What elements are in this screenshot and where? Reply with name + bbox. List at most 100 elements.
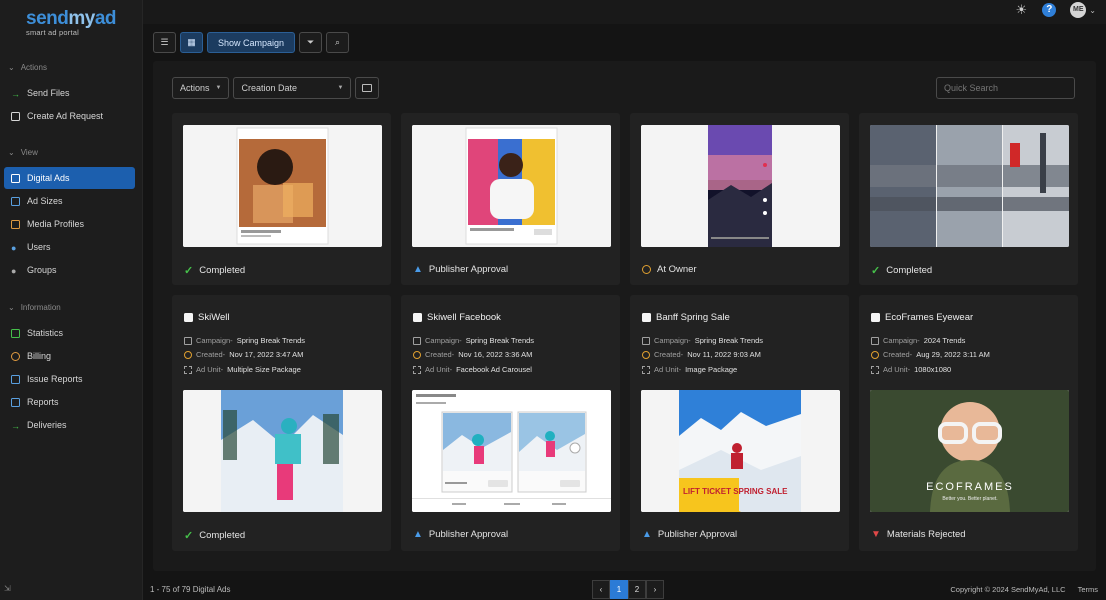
sidebar-item-users[interactable]: ● Users	[4, 236, 135, 258]
help-icon[interactable]: ?	[1042, 3, 1057, 17]
ad-card[interactable]: At Owner	[630, 113, 849, 285]
clock-icon	[642, 265, 651, 274]
status-label: ✓ Completed	[184, 265, 246, 277]
filter-bar: Actions ▼ Creation Date ▼	[172, 77, 380, 99]
avatar[interactable]: ME	[1070, 2, 1087, 18]
filter-icon: ⏷	[306, 37, 315, 47]
chevron-down-icon[interactable]: ⌄	[1089, 6, 1096, 15]
ad-card[interactable]: SkiWell Campaign- Spring Break Trends Cre…	[172, 295, 391, 551]
sidebar-item-media-profiles[interactable]: Media Profiles	[4, 213, 135, 235]
ad-card[interactable]: ▲ Publisher Approval	[401, 113, 620, 285]
export-button[interactable]	[355, 77, 380, 99]
promo-text: LIFT TICKET SPRING SALE	[683, 487, 788, 496]
group-icon: ●	[11, 265, 17, 276]
billing-icon	[11, 351, 20, 361]
sidebar-item-ad-sizes[interactable]: Ad Sizes	[4, 190, 135, 212]
document-icon	[11, 111, 20, 121]
sidebar-item-billing[interactable]: Billing	[4, 345, 135, 367]
ad-thumbnail[interactable]	[870, 125, 1069, 247]
sort-dropdown[interactable]: Creation Date ▼	[233, 77, 352, 99]
grid-icon: ▦	[187, 37, 196, 47]
next-page-button[interactable]: ›	[646, 580, 664, 599]
theme-toggle-icon[interactable]: ☀	[1014, 3, 1028, 17]
show-campaign-button[interactable]: Show Campaign	[207, 32, 296, 53]
ad-unit-icon	[642, 365, 650, 374]
prev-page-button[interactable]: ‹	[592, 580, 610, 599]
ad-card[interactable]: ✓ Completed	[859, 113, 1078, 285]
sidebar-item-issue-reports[interactable]: Issue Reports	[4, 368, 135, 390]
ad-thumbnail[interactable]	[183, 125, 382, 247]
quick-search-input[interactable]	[936, 77, 1075, 99]
profile-card-icon	[11, 219, 20, 229]
list-view-button[interactable]: ☰	[153, 32, 176, 53]
page-1-button[interactable]: 1	[610, 580, 628, 599]
logo[interactable]: sendmyad smart ad portal	[26, 8, 117, 37]
select-checkbox[interactable]	[871, 313, 880, 322]
ad-thumbnail[interactable]	[183, 390, 382, 512]
terms-link[interactable]: Terms	[1078, 585, 1098, 594]
dimensions-icon	[11, 196, 20, 206]
chevron-right-icon: ›	[653, 585, 657, 594]
collapse-sidebar-icon[interactable]: ⇲	[4, 584, 11, 593]
chevron-down-icon: ⌄	[8, 148, 15, 157]
ad-card[interactable]: Skiwell Facebook Campaign- Spring Break T…	[401, 295, 620, 551]
campaign-meta: Campaign- Spring Break Trends	[642, 336, 763, 345]
ad-preview-image	[641, 125, 840, 247]
search-button[interactable]: ⌕	[326, 32, 350, 53]
logo-wordmark: sendmyad	[26, 8, 117, 29]
section-actions[interactable]: ⌄ Actions	[8, 63, 47, 72]
sidebar-item-reports[interactable]: Reports	[4, 391, 135, 413]
campaign-meta: Campaign- Spring Break Trends	[413, 336, 534, 345]
chevron-left-icon: ‹	[599, 585, 603, 594]
sidebar: sendmyad smart ad portal ⌄ Actions → Send …	[0, 0, 143, 600]
select-checkbox[interactable]	[413, 313, 422, 322]
ad-thumbnail[interactable]	[641, 125, 840, 247]
section-view[interactable]: ⌄ View	[8, 148, 38, 157]
sidebar-item-groups[interactable]: ● Groups	[4, 259, 135, 281]
ad-preview-image	[183, 125, 382, 247]
page-2-button[interactable]: 2	[628, 580, 646, 599]
status-label: ✓ Completed	[871, 265, 933, 277]
clock-icon	[184, 350, 192, 359]
created-meta: Created- Nov 17, 2022 3:47 AM	[184, 350, 303, 359]
section-information[interactable]: ⌄ Information	[8, 303, 61, 312]
ad-unit-meta: Ad Unit- 1080x1080	[871, 365, 951, 374]
campaign-icon	[642, 336, 650, 345]
person-icon: ▲	[413, 264, 423, 275]
actions-dropdown[interactable]: Actions ▼	[172, 77, 230, 99]
campaign-meta: Campaign- 2024 Trends	[871, 336, 965, 345]
ad-unit-meta: Ad Unit- Facebook Ad Carousel	[413, 365, 532, 374]
ad-card[interactable]: ✓ Completed	[172, 113, 391, 285]
sidebar-item-create-ad-request[interactable]: Create Ad Request	[4, 105, 135, 127]
view-toolbar: ☰ ▦ Show Campaign ⏷ ⌕	[153, 32, 350, 53]
ad-thumbnail[interactable]	[412, 390, 611, 512]
sidebar-item-statistics[interactable]: Statistics	[4, 322, 135, 344]
select-checkbox[interactable]	[184, 313, 193, 322]
select-checkbox[interactable]	[642, 313, 651, 322]
filter-button[interactable]: ⏷	[299, 32, 323, 53]
bookmark-icon	[11, 374, 20, 384]
sidebar-item-digital-ads[interactable]: Digital Ads	[4, 167, 135, 189]
created-meta: Created- Nov 11, 2022 9:03 AM	[642, 350, 761, 359]
ad-card[interactable]: EcoFrames Eyewear Campaign- 2024 Trends C…	[859, 295, 1078, 551]
search-icon: ⌕	[335, 37, 341, 47]
status-label: At Owner	[642, 264, 697, 275]
clock-icon	[413, 350, 421, 359]
ad-thumbnail[interactable]: LIFT TICKET SPRING SALE	[641, 390, 840, 512]
sidebar-item-send-files[interactable]: → Send Files	[4, 82, 135, 104]
app-root: sendmyad smart ad portal ⌄ Actions → Send …	[0, 0, 1106, 600]
brand-text: ECOFRAMES	[926, 481, 1014, 493]
clock-icon	[642, 350, 650, 359]
ad-unit-icon	[871, 365, 879, 374]
sidebar-item-deliveries[interactable]: → Deliveries	[4, 414, 135, 436]
topbar: ☀ ? ME ⌄	[143, 0, 1106, 24]
ad-thumbnail[interactable]: ECOFRAMES Better you. Better planet.	[870, 390, 1069, 512]
ad-card[interactable]: Banff Spring Sale Campaign- Spring Break …	[630, 295, 849, 551]
ad-thumbnail[interactable]	[412, 125, 611, 247]
created-meta: Created- Aug 29, 2022 3:11 AM	[871, 350, 990, 359]
export-icon	[362, 84, 373, 92]
ad-unit-icon	[413, 365, 421, 374]
check-icon: ✓	[871, 265, 881, 277]
ad-unit-icon	[184, 365, 192, 374]
grid-view-button[interactable]: ▦	[180, 32, 203, 53]
